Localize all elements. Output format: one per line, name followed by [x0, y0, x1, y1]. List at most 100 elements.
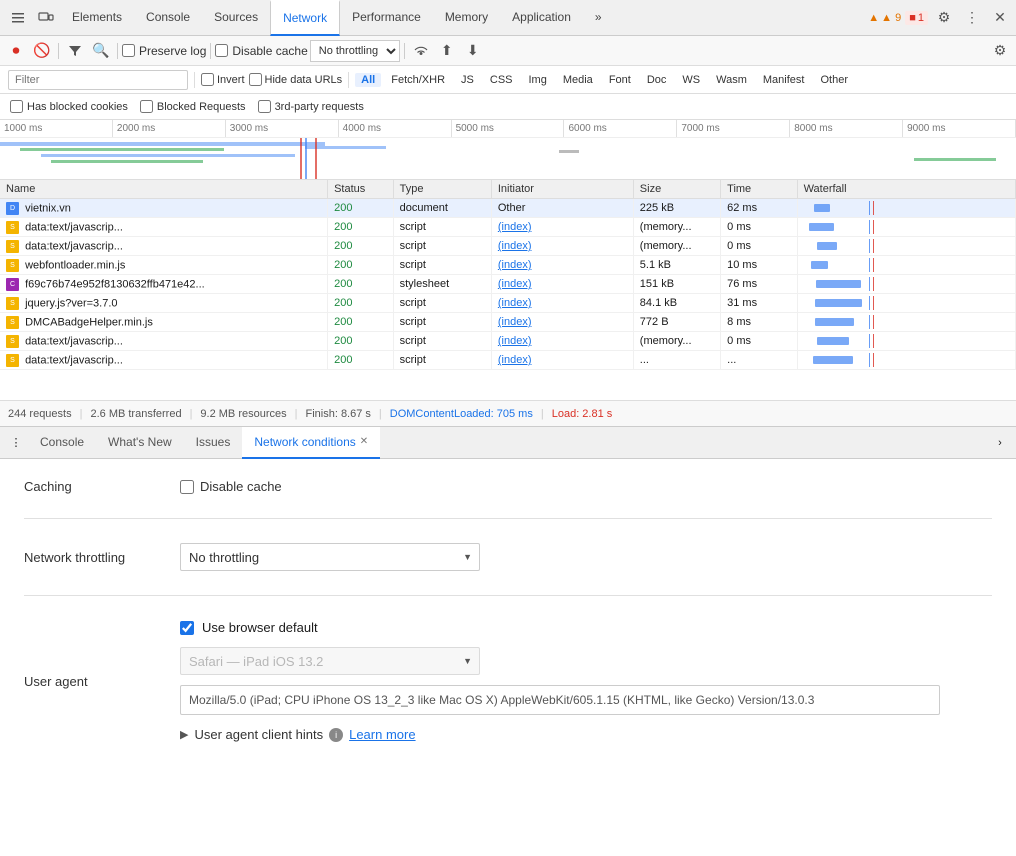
tab-console[interactable]: Console: [134, 0, 202, 36]
disable-cache-checkbox-label[interactable]: Disable cache: [215, 44, 307, 58]
table-row[interactable]: D vietnix.vn 200documentOther225 kB62 ms: [0, 199, 1016, 218]
blocked-requests-label[interactable]: Blocked Requests: [140, 100, 246, 113]
col-type[interactable]: Type: [393, 180, 491, 199]
preserve-log-checkbox-label[interactable]: Preserve log: [122, 44, 206, 58]
cell-initiator: Other: [491, 199, 633, 218]
preserve-log-checkbox[interactable]: [122, 44, 135, 57]
filter-bar: Invert Hide data URLs All Fetch/XHR JS C…: [0, 66, 1016, 94]
throttle-select-wrap[interactable]: No throttling Fast 3G Slow 3G Offline: [310, 40, 400, 62]
tab-elements[interactable]: Elements: [60, 0, 134, 36]
clear-button[interactable]: 🚫: [30, 39, 54, 63]
bottom-tab-issues[interactable]: Issues: [184, 427, 243, 459]
filter-type-font[interactable]: Font: [603, 73, 637, 87]
caching-section: Caching Disable cache: [24, 479, 992, 519]
bottom-tab-network-conditions[interactable]: Network conditions ✕: [242, 427, 380, 459]
devtools-menu-icon[interactable]: [4, 0, 32, 36]
status-transferred: 2.6 MB transferred: [90, 408, 181, 420]
throttle-select[interactable]: No throttling Fast 3G Slow 3G Offline: [310, 40, 400, 62]
table-row[interactable]: S data:text/javascrip... 200script(index…: [0, 237, 1016, 256]
ua-hints-info-icon[interactable]: i: [329, 728, 343, 742]
bottom-menu-icon[interactable]: ⋮: [4, 427, 28, 459]
col-name[interactable]: Name: [0, 180, 328, 199]
bottom-panel-more-icon[interactable]: ›: [988, 427, 1012, 459]
hide-data-urls-label[interactable]: Hide data URLs: [249, 73, 343, 86]
filter-type-css[interactable]: CSS: [484, 73, 519, 87]
blocked-cookies-checkbox[interactable]: [10, 100, 23, 113]
filter-button[interactable]: [63, 39, 87, 63]
settings-icon[interactable]: ⚙: [932, 6, 956, 30]
table-row[interactable]: S data:text/javascrip... 200script(index…: [0, 351, 1016, 370]
disable-cache-control-checkbox[interactable]: [180, 480, 194, 494]
errors-badge[interactable]: ■ 1: [905, 11, 928, 25]
timeline-ruler: 1000 ms 2000 ms 3000 ms 4000 ms 5000 ms …: [0, 120, 1016, 138]
disable-cache-checkbox[interactable]: [215, 44, 228, 57]
export-button[interactable]: ⬇: [461, 39, 485, 63]
close-network-conditions-button[interactable]: ✕: [360, 436, 368, 447]
col-status[interactable]: Status: [328, 180, 394, 199]
bottom-tab-console[interactable]: Console: [28, 427, 96, 459]
tab-application[interactable]: Application: [500, 0, 583, 36]
network-settings-button[interactable]: ⚙: [988, 39, 1012, 63]
warnings-badge[interactable]: ▲ ▲ 9: [868, 12, 901, 24]
cell-initiator: (index): [491, 332, 633, 351]
hide-data-urls-checkbox[interactable]: [249, 73, 262, 86]
table-row[interactable]: S data:text/javascrip... 200script(index…: [0, 332, 1016, 351]
cell-initiator: (index): [491, 275, 633, 294]
third-party-label[interactable]: 3rd-party requests: [258, 100, 364, 113]
filter-type-js[interactable]: JS: [455, 73, 480, 87]
ua-select[interactable]: Safari — iPad iOS 13.2: [180, 647, 480, 675]
tab-performance[interactable]: Performance: [340, 0, 433, 36]
third-party-checkbox[interactable]: [258, 100, 271, 113]
tab-memory[interactable]: Memory: [433, 0, 500, 36]
invert-checkbox[interactable]: [201, 73, 214, 86]
filter-type-img[interactable]: Img: [523, 73, 553, 87]
bottom-tab-whatsnew[interactable]: What's New: [96, 427, 184, 459]
table-row[interactable]: S data:text/javascrip... 200script(index…: [0, 218, 1016, 237]
disable-cache-control-label[interactable]: Disable cache: [180, 479, 282, 494]
network-table-container[interactable]: Name Status Type Initiator Size Time Wat…: [0, 180, 1016, 400]
invert-label[interactable]: Invert: [201, 73, 245, 86]
filter-type-ws[interactable]: WS: [676, 73, 706, 87]
filter-type-fetchxhr[interactable]: Fetch/XHR: [385, 73, 451, 87]
throttling-row: Network throttling No throttling Fast 3G…: [24, 543, 992, 571]
ua-select-wrap[interactable]: Safari — iPad iOS 13.2: [180, 647, 480, 675]
blocked-requests-checkbox[interactable]: [140, 100, 153, 113]
device-toolbar-icon[interactable]: [32, 0, 60, 36]
tab-sources[interactable]: Sources: [202, 0, 270, 36]
col-waterfall[interactable]: Waterfall: [797, 180, 1015, 199]
col-initiator[interactable]: Initiator: [491, 180, 633, 199]
tab-more[interactable]: »: [583, 0, 614, 36]
table-row[interactable]: S webfontloader.min.js 200script(index)5…: [0, 256, 1016, 275]
filter-type-other[interactable]: Other: [814, 73, 854, 87]
filter-type-manifest[interactable]: Manifest: [757, 73, 811, 87]
table-row[interactable]: S jquery.js?ver=3.7.0 200script(index)84…: [0, 294, 1016, 313]
table-row[interactable]: S DMCABadgeHelper.min.js 200script(index…: [0, 313, 1016, 332]
close-icon[interactable]: ✕: [988, 6, 1012, 30]
throttling-label: Network throttling: [24, 550, 164, 565]
throttle-dropdown[interactable]: No throttling Fast 3G Slow 3G Offline: [180, 543, 480, 571]
col-time[interactable]: Time: [721, 180, 797, 199]
record-button[interactable]: ⏺: [4, 39, 28, 63]
tab-network[interactable]: Network: [270, 0, 340, 36]
ua-hints-collapse-icon[interactable]: ▶: [180, 728, 188, 741]
ua-string-input[interactable]: [180, 685, 940, 715]
search-button[interactable]: 🔍: [89, 39, 113, 63]
filter-input[interactable]: [8, 70, 188, 90]
ua-hints-label: User agent client hints: [194, 727, 323, 742]
user-agent-section: User agent Use browser default Safari — …: [24, 620, 992, 742]
table-row[interactable]: C f69c76b74e952f8130632ffb471e42... 200s…: [0, 275, 1016, 294]
filter-type-all[interactable]: All: [355, 73, 381, 87]
filter-type-media[interactable]: Media: [557, 73, 599, 87]
tick-5000: 5000 ms: [452, 120, 565, 137]
kebab-menu-icon[interactable]: ⋮: [960, 6, 984, 30]
blocked-cookies-label[interactable]: Has blocked cookies: [10, 100, 128, 113]
use-browser-default-checkbox[interactable]: [180, 621, 194, 635]
wifi-conditions-button[interactable]: [409, 39, 433, 63]
filter-type-wasm[interactable]: Wasm: [710, 73, 753, 87]
learn-more-link[interactable]: Learn more: [349, 727, 415, 742]
import-button[interactable]: ⬆: [435, 39, 459, 63]
throttle-dropdown-wrap[interactable]: No throttling Fast 3G Slow 3G Offline: [180, 543, 480, 571]
col-size[interactable]: Size: [633, 180, 720, 199]
cell-status: 200: [328, 275, 394, 294]
filter-type-doc[interactable]: Doc: [641, 73, 673, 87]
